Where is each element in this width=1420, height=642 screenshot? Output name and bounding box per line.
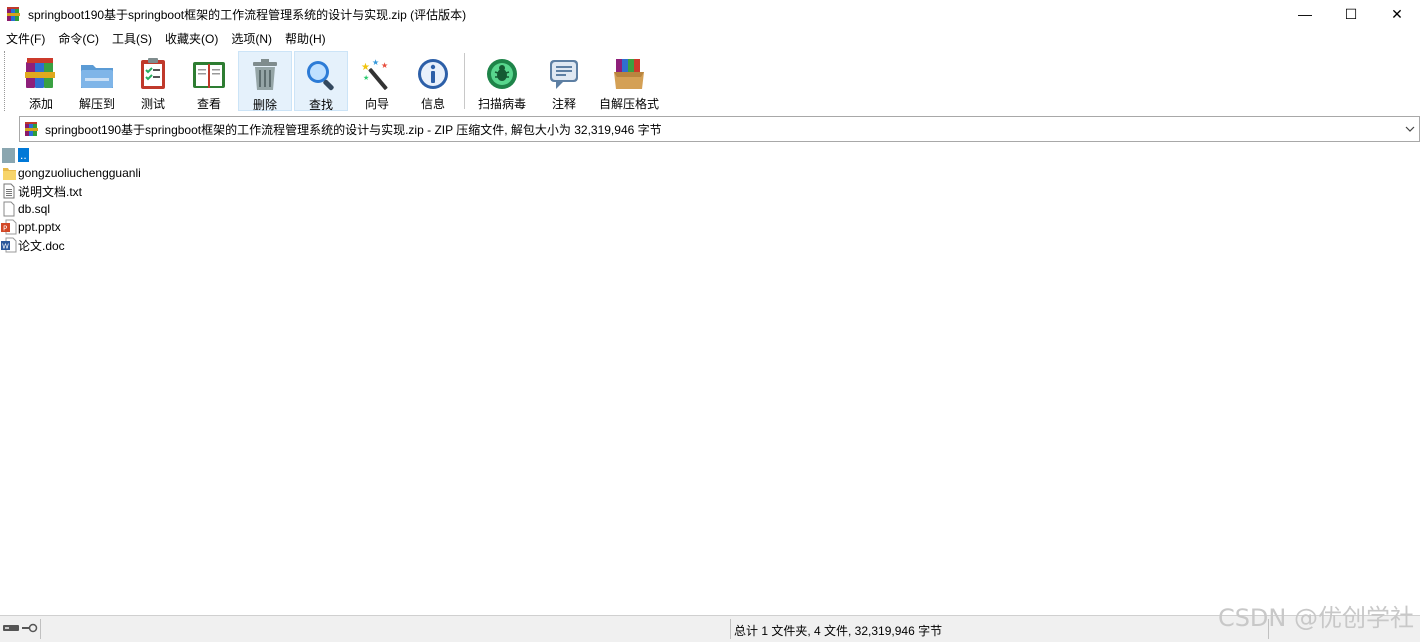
info-label: 信息 — [420, 97, 445, 111]
extract-to-button[interactable]: 解压到 — [70, 51, 124, 111]
svg-text:★: ★ — [363, 74, 369, 82]
add-archive-icon — [23, 56, 59, 92]
svg-text:W: W — [2, 243, 9, 251]
list-item[interactable]: .. — [0, 146, 29, 164]
menu-bar: 文件(F) 命令(C) 工具(S) 收藏夹(O) 选项(N) 帮助(H) — [0, 28, 1420, 48]
winrar-icon — [6, 6, 22, 22]
list-item[interactable]: P ppt.pptx — [0, 218, 61, 236]
file-list[interactable]: .. gongzuoliuchengguanli 说明文档.txt db.sql… — [0, 146, 1420, 614]
extract-folder-icon — [79, 56, 115, 92]
svg-text:P: P — [3, 225, 7, 233]
find-button[interactable]: 查找 — [294, 51, 348, 112]
file-icon — [1, 201, 17, 217]
delete-label: 删除 — [252, 98, 277, 112]
svg-text:★: ★ — [381, 61, 388, 70]
info-icon — [415, 56, 451, 92]
toolbar-separator — [464, 53, 465, 109]
archive-path-bar[interactable]: springboot190基于springboot框架的工作流程管理系统的设计与… — [19, 116, 1420, 142]
menu-commands[interactable]: 命令(C) — [54, 30, 103, 47]
file-name: .. — [18, 148, 29, 162]
title-bar: springboot190基于springboot框架的工作流程管理系统的设计与… — [0, 0, 1420, 28]
status-bar: 总计 1 文件夹, 4 文件, 32,319,946 字节 — [0, 615, 1420, 642]
comment-button[interactable]: 注释 — [537, 51, 591, 111]
view-button[interactable]: 查看 — [182, 51, 236, 111]
test-button[interactable]: 测试 — [126, 51, 180, 111]
svg-text:★: ★ — [361, 62, 370, 73]
menu-help[interactable]: 帮助(H) — [281, 30, 330, 47]
folder-icon — [1, 165, 17, 181]
winrar-archive-icon — [24, 121, 40, 137]
toolbar: 添加 解压到 测试 查看 删除 查找 ★ ★ ★ ★ 向导 信息 扫描病毒 注释… — [0, 49, 1420, 113]
scan-virus-label: 扫描病毒 — [477, 97, 526, 111]
maximize-button[interactable]: ☐ — [1328, 0, 1374, 28]
virus-scan-icon — [484, 56, 520, 92]
add-label: 添加 — [28, 97, 53, 111]
maximize-icon: ☐ — [1344, 5, 1358, 22]
checklist-icon — [135, 56, 171, 92]
sfx-label: 自解压格式 — [598, 97, 659, 111]
close-button[interactable]: ✕ — [1374, 0, 1420, 28]
extract-to-label: 解压到 — [78, 97, 115, 111]
comment-icon — [546, 56, 582, 92]
status-divider — [730, 619, 731, 639]
menu-options[interactable]: 选项(N) — [227, 30, 276, 47]
text-file-icon — [1, 183, 17, 199]
list-item[interactable]: W 论文.doc — [0, 236, 65, 254]
status-icons — [0, 619, 40, 639]
list-item[interactable]: 说明文档.txt — [0, 182, 82, 200]
file-name: 说明文档.txt — [18, 184, 83, 199]
info-button[interactable]: 信息 — [406, 51, 460, 111]
find-label: 查找 — [308, 98, 333, 112]
delete-button[interactable]: 删除 — [238, 51, 292, 112]
file-name: gongzuoliuchengguanli — [18, 166, 141, 180]
menu-file[interactable]: 文件(F) — [2, 30, 49, 47]
file-name: 论文.doc — [18, 238, 65, 253]
open-book-icon — [191, 56, 227, 92]
parent-folder-icon — [1, 147, 17, 163]
wizard-label: 向导 — [364, 97, 389, 111]
powerpoint-icon: P — [1, 219, 17, 235]
window-title: springboot190基于springboot框架的工作流程管理系统的设计与… — [28, 7, 467, 22]
list-item[interactable]: db.sql — [0, 200, 50, 218]
comment-label: 注释 — [551, 97, 576, 111]
trash-icon — [247, 57, 283, 93]
menu-tools[interactable]: 工具(S) — [108, 30, 156, 47]
watermark-text: CSDN @优创学社 — [1217, 604, 1414, 632]
wizard-button[interactable]: ★ ★ ★ ★ 向导 — [350, 51, 404, 111]
menu-favorites[interactable]: 收藏夹(O) — [161, 30, 222, 47]
drive-icon — [3, 622, 19, 636]
minimize-icon: — — [1298, 6, 1312, 22]
sfx-button[interactable]: 自解压格式 — [593, 51, 665, 111]
archive-path-text: springboot190基于springboot框架的工作流程管理系统的设计与… — [45, 122, 662, 137]
magnifier-icon — [303, 57, 339, 93]
chevron-down-icon[interactable] — [1403, 121, 1417, 137]
file-name: db.sql — [18, 202, 51, 216]
add-button[interactable]: 添加 — [14, 51, 68, 111]
close-icon: ✕ — [1391, 5, 1403, 22]
list-item[interactable]: gongzuoliuchengguanli — [0, 164, 141, 182]
status-divider — [40, 619, 41, 639]
key-icon — [22, 622, 38, 636]
view-label: 查看 — [196, 97, 221, 111]
magic-wand-icon: ★ ★ ★ ★ — [359, 56, 395, 92]
test-label: 测试 — [140, 97, 165, 111]
minimize-button[interactable]: — — [1282, 0, 1328, 28]
word-icon: W — [1, 237, 17, 253]
file-name: ppt.pptx — [18, 220, 61, 234]
sfx-box-icon — [611, 56, 647, 92]
toolbar-grip[interactable] — [4, 51, 8, 111]
status-summary: 总计 1 文件夹, 4 文件, 32,319,946 字节 — [734, 624, 943, 638]
scan-virus-button[interactable]: 扫描病毒 — [469, 51, 535, 111]
svg-text:★: ★ — [372, 58, 379, 67]
